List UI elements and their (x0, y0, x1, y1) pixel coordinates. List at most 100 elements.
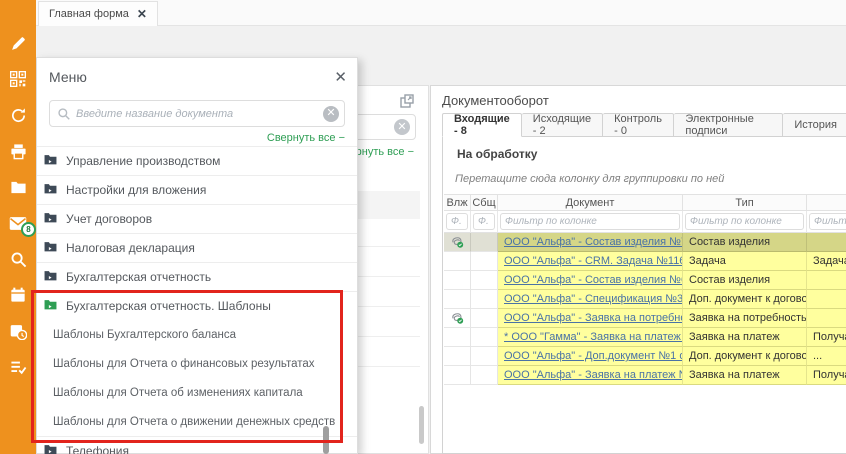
document-cell: ООО "Альфа" - Заявка на платеж №64 ... (498, 366, 683, 385)
qr-code-icon[interactable] (0, 64, 36, 94)
document-link[interactable]: * ООО "Гамма" - Заявка на платеж №6... (504, 331, 683, 343)
menu-item[interactable]: Учет договоров (37, 204, 357, 233)
table-header-row: ВлжСбщДокументТип (444, 194, 846, 211)
menu-item[interactable]: Телефония (37, 436, 357, 454)
column-filter-input[interactable] (500, 213, 680, 230)
printer-icon[interactable] (0, 136, 36, 166)
menu-item-label: Бухгалтерская отчетность. Шаблоны (66, 299, 271, 313)
type-cell: Доп. документ к договору (683, 290, 807, 309)
folder-icon[interactable] (0, 172, 36, 202)
table-row[interactable]: ООО "Альфа" - Заявка на потребность ...З… (444, 309, 846, 328)
attachment-cell (444, 347, 471, 366)
attachment-paperclip-icon (444, 233, 471, 252)
menu-subitem[interactable]: Шаблоны для Отчета о финансовых результа… (37, 349, 357, 378)
attachment-cell (444, 290, 471, 309)
document-cell: ООО "Альфа" - Состав изделия №78 от... (498, 233, 683, 252)
pencil-icon[interactable] (0, 28, 36, 58)
docflow-tab[interactable]: Входящие - 8 (442, 113, 522, 137)
filter-cell (471, 211, 498, 233)
scrollbar-thumb[interactable] (323, 426, 329, 454)
clear-search-icon[interactable]: ✕ (323, 106, 339, 122)
docflow-tab[interactable]: Электронные подписи (674, 113, 783, 137)
column-filter-input[interactable] (685, 213, 804, 230)
menu-item[interactable]: Настройки для вложения (37, 175, 357, 204)
menu-collapse-all-link[interactable]: Свернуть все − (267, 132, 345, 144)
calendar-icon[interactable] (0, 280, 36, 310)
table-row[interactable]: ООО "Альфа" - Заявка на платеж №64 ...За… (444, 366, 846, 385)
menu-item-group-highlighted[interactable]: Бухгалтерская отчетность. Шаблоны (37, 291, 357, 320)
tab-main-form-label: Главная форма (49, 8, 129, 20)
document-cell: * ООО "Гамма" - Заявка на платеж №6... (498, 328, 683, 347)
clear-search-icon[interactable]: ✕ (394, 119, 410, 135)
menu-subitem[interactable]: Шаблоны для Отчета об изменениях капитал… (37, 378, 357, 407)
menu-subitem[interactable]: Шаблоны Бухгалтерского баланса (37, 320, 357, 349)
menu-item-label: Бухгалтерская отчетность (66, 270, 211, 284)
message-cell (471, 309, 498, 328)
column-header[interactable] (807, 194, 846, 211)
tab-main-form[interactable]: Главная форма ✕ (38, 1, 158, 26)
type-cell: Заявка на платеж (683, 366, 807, 385)
column-header[interactable]: Влж (444, 194, 471, 211)
message-cell (471, 328, 498, 347)
menu-item[interactable]: Налоговая декларация (37, 233, 357, 262)
tasks-icon[interactable] (0, 352, 36, 382)
column-filter-input[interactable] (446, 213, 468, 230)
menu-item[interactable]: Бухгалтерская отчетность (37, 262, 357, 291)
docflow-tab[interactable]: История (783, 113, 846, 137)
table-row[interactable]: ООО "Альфа" - CRM. Задача №116ЗадачаЗада… (444, 252, 846, 271)
column-header[interactable]: Тип (683, 194, 807, 211)
docflow-tab[interactable]: Исходящие - 2 (522, 113, 603, 137)
document-link[interactable]: ООО "Альфа" - Заявка на платеж №64 ... (504, 369, 683, 381)
document-link[interactable]: ООО "Альфа" - Доп.документ №1 от 06... (504, 350, 683, 362)
search-icon (57, 107, 71, 121)
document-link[interactable]: ООО "Альфа" - Состав изделия №69 от... (504, 274, 683, 286)
table-row[interactable]: * ООО "Гамма" - Заявка на платеж №6...За… (444, 328, 846, 347)
column-header[interactable]: Документ (498, 194, 683, 211)
close-tab-icon[interactable]: ✕ (137, 7, 147, 21)
document-link[interactable]: ООО "Альфа" - Состав изделия №78 от... (504, 236, 683, 248)
search-icon[interactable] (0, 244, 36, 274)
menu-panel: Меню ✕ ✕ Свернуть все − Управление произ… (36, 57, 358, 454)
folder-icon (44, 241, 57, 255)
attachment-cell (444, 328, 471, 347)
docflow-title: Документооборот (442, 93, 549, 108)
docflow-tab-content: На обработку Перетащите сюда колонку для… (442, 136, 846, 454)
refresh-icon[interactable] (0, 100, 36, 130)
column-filter-input[interactable] (809, 213, 846, 230)
filter-cell (444, 211, 471, 233)
extra-cell (807, 309, 846, 328)
attachment-cell (444, 366, 471, 385)
table-row[interactable]: ООО "Альфа" - Состав изделия №78 от...Со… (444, 233, 846, 252)
close-menu-icon[interactable]: ✕ (334, 68, 347, 86)
menu-subitem[interactable]: Шаблоны для Отчета о движении денежных с… (37, 407, 357, 436)
document-link[interactable]: ООО "Альфа" - Спецификация №37 от ... (504, 293, 683, 305)
attachment-paperclip-icon (444, 309, 471, 328)
folder-icon (44, 444, 57, 454)
section-title: На обработку (457, 147, 537, 161)
message-cell (471, 252, 498, 271)
message-cell (471, 347, 498, 366)
column-header[interactable]: Сбщ (471, 194, 498, 211)
docflow-tab[interactable]: Контроль - 0 (603, 113, 674, 137)
folder-icon (44, 183, 57, 197)
schedule-icon[interactable] (0, 316, 36, 346)
document-link[interactable]: ООО "Альфа" - CRM. Задача №116 (504, 255, 683, 267)
menu-search-field[interactable] (76, 103, 318, 124)
group-by-hint: Перетащите сюда колонку для группировки … (455, 173, 724, 185)
document-cell: ООО "Альфа" - Заявка на потребность ... (498, 309, 683, 328)
extra-cell: Получатель (807, 328, 846, 347)
message-cell (471, 366, 498, 385)
scrollbar-thumb[interactable] (419, 406, 424, 444)
table-row[interactable]: ООО "Альфа" - Доп.документ №1 от 06...До… (444, 347, 846, 366)
folder-icon (44, 212, 57, 226)
type-cell: Заявка на потребность (683, 309, 807, 328)
document-link[interactable]: ООО "Альфа" - Заявка на потребность ... (504, 312, 683, 324)
column-filter-input[interactable] (473, 213, 495, 230)
menu-item-label: Настройки для вложения (66, 183, 206, 197)
menu-item-label: Учет договоров (66, 212, 152, 226)
menu-search-input[interactable]: ✕ (49, 100, 345, 127)
table-row[interactable]: ООО "Альфа" - Состав изделия №69 от...Со… (444, 271, 846, 290)
menu-item[interactable]: Управление производством (37, 146, 357, 175)
expand-window-icon[interactable] (400, 94, 414, 111)
table-row[interactable]: ООО "Альфа" - Спецификация №37 от ...Доп… (444, 290, 846, 309)
